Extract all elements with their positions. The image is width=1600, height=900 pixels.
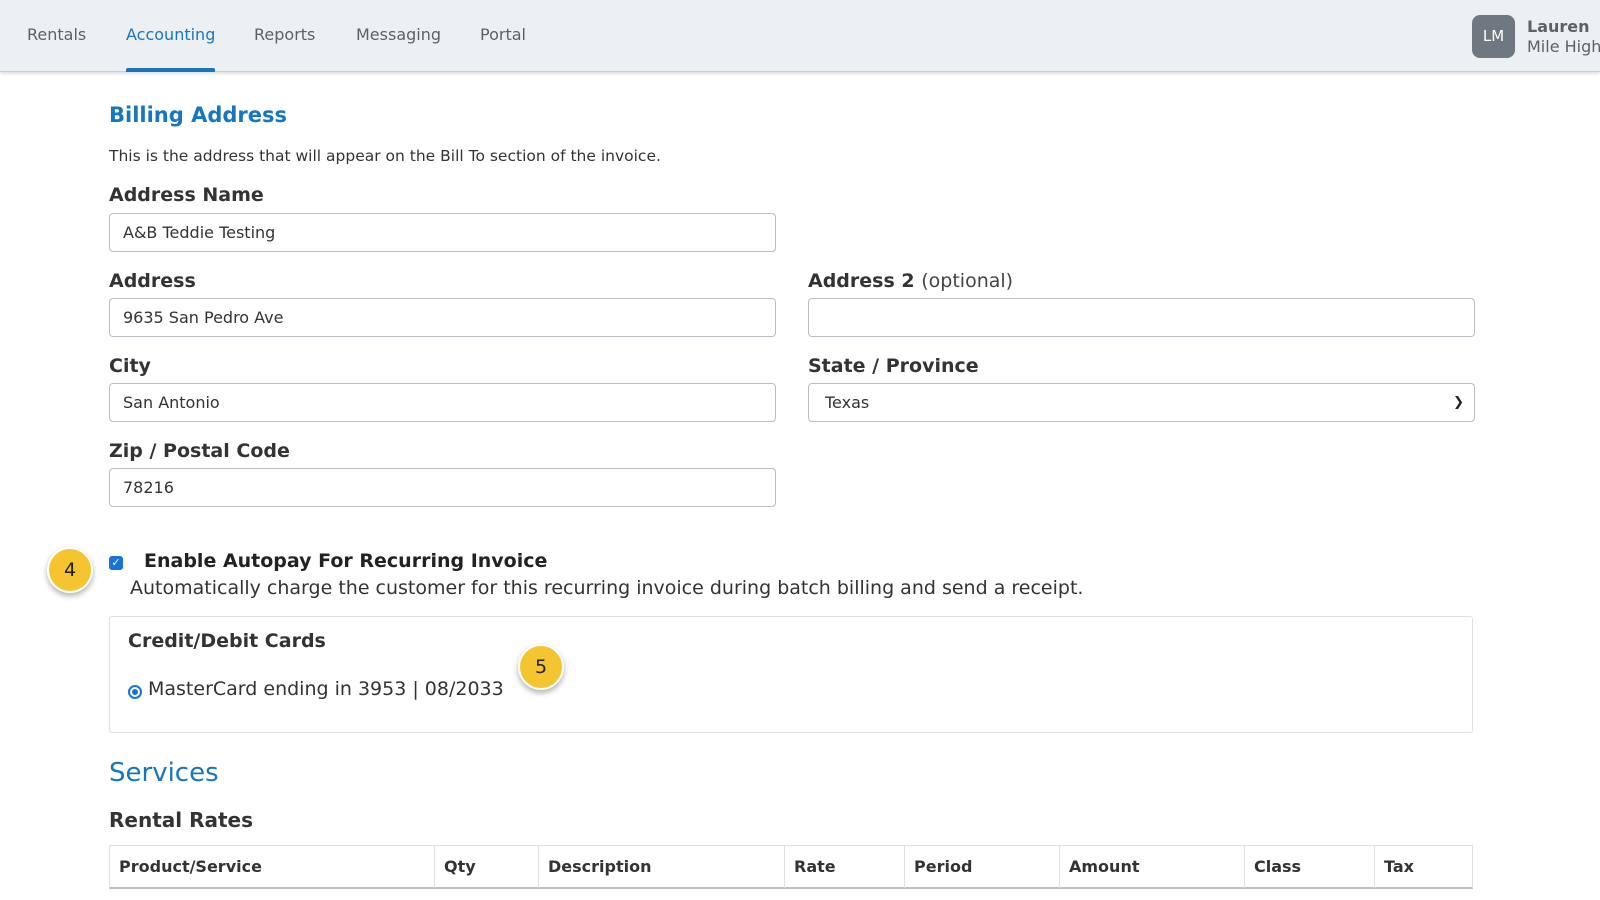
address-label: Address xyxy=(109,270,196,292)
credit-debit-cards-title: Credit/Debit Cards xyxy=(128,630,326,652)
user-org: Mile High xyxy=(1527,36,1600,56)
zip-label: Zip / Postal Code xyxy=(109,440,290,462)
user-info: Lauren Mile High xyxy=(1527,17,1600,57)
column-header-product-service[interactable]: Product/Service xyxy=(110,846,435,888)
billing-address-title: Billing Address xyxy=(109,103,288,127)
address2-label-text: Address 2 xyxy=(808,270,915,292)
step-marker-4: 4 xyxy=(47,547,93,593)
column-header-tax[interactable]: Tax xyxy=(1375,846,1472,888)
zip-input[interactable]: 78216 xyxy=(109,468,776,507)
optional-text: (optional) xyxy=(921,270,1014,292)
column-header-period[interactable]: Period xyxy=(905,846,1060,888)
city-input[interactable]: San Antonio xyxy=(109,383,776,422)
user-menu[interactable]: LM Lauren Mile High xyxy=(1472,15,1600,58)
rental-rates-title: Rental Rates xyxy=(109,808,254,832)
enable-autopay-checkbox[interactable]: ✓ xyxy=(109,556,123,570)
column-header-description[interactable]: Description xyxy=(539,846,785,888)
services-title: Services xyxy=(109,758,219,788)
address-name-input[interactable]: A&B Teddie Testing xyxy=(109,213,776,252)
billing-address-description: This is the address that will appear on … xyxy=(109,147,661,165)
nav-portal[interactable]: Portal xyxy=(480,0,526,72)
address-name-label: Address Name xyxy=(109,184,264,206)
state-select[interactable]: Texas ❯ xyxy=(808,383,1475,422)
address2-label: Address 2 (optional) xyxy=(808,270,1013,292)
nav-reports[interactable]: Reports xyxy=(254,0,315,72)
column-header-qty[interactable]: Qty xyxy=(435,846,539,888)
credit-debit-cards-panel: Credit/Debit Cards MasterCard ending in … xyxy=(109,616,1473,733)
address2-input[interactable] xyxy=(808,298,1475,337)
nav-accounting[interactable]: Accounting xyxy=(126,0,216,72)
city-label: City xyxy=(109,355,151,377)
enable-autopay-label: Enable Autopay For Recurring Invoice xyxy=(144,550,548,572)
column-header-amount[interactable]: Amount xyxy=(1060,846,1245,888)
top-navigation-bar: Rentals Accounting Reports Messaging Por… xyxy=(0,0,1600,72)
column-header-rate[interactable]: Rate xyxy=(785,846,905,888)
state-selected-value: Texas xyxy=(825,393,870,412)
column-header-class[interactable]: Class xyxy=(1245,846,1375,888)
nav-messaging[interactable]: Messaging xyxy=(356,0,441,72)
step-marker-5: 5 xyxy=(518,644,564,690)
address-input[interactable]: 9635 San Pedro Ave xyxy=(109,298,776,337)
rental-rates-table-header: Product/Service Qty Description Rate Per… xyxy=(109,845,1473,889)
card-option-label[interactable]: MasterCard ending in 3953 | 08/2033 xyxy=(148,678,504,700)
chevron-down-icon: ❯ xyxy=(1453,395,1464,410)
autopay-help-text: Automatically charge the customer for th… xyxy=(130,577,1084,599)
avatar[interactable]: LM xyxy=(1472,15,1515,58)
state-label: State / Province xyxy=(808,355,979,377)
user-name: Lauren xyxy=(1527,16,1590,36)
nav-rentals[interactable]: Rentals xyxy=(27,0,86,72)
card-radio-button[interactable] xyxy=(128,685,142,699)
